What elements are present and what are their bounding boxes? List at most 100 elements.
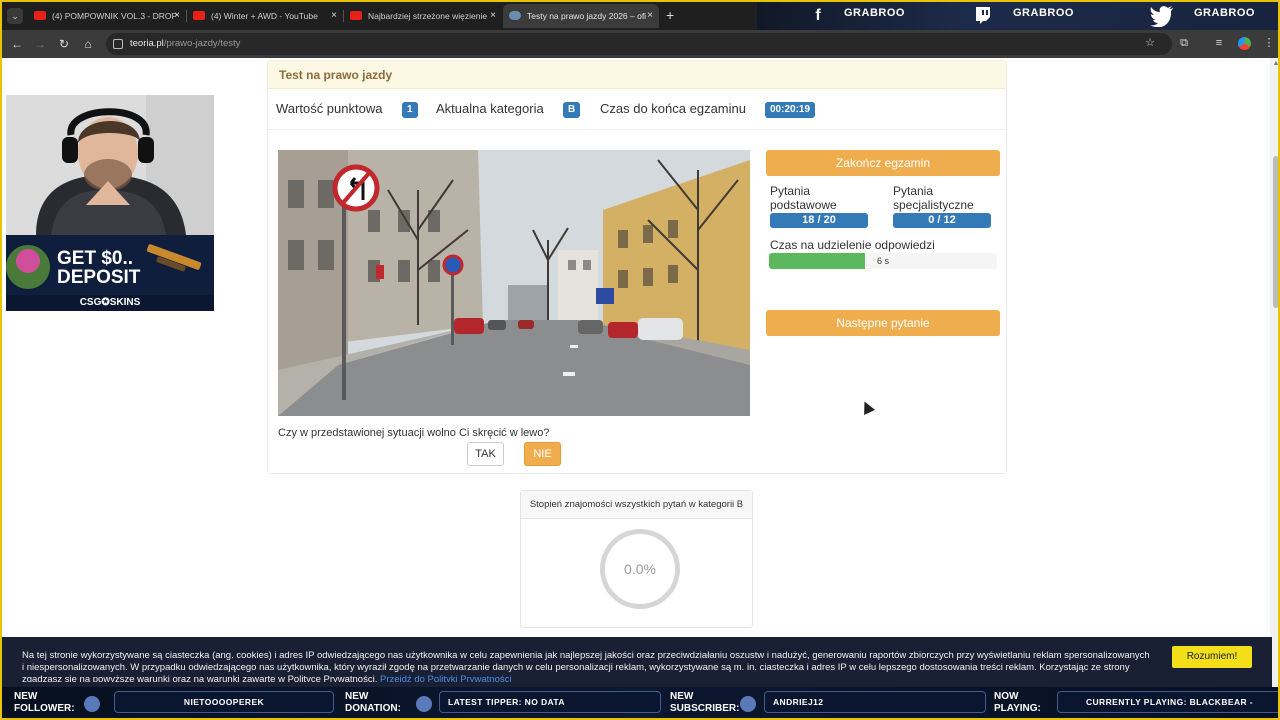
next-question-button[interactable]: Następne pytanie xyxy=(766,310,1000,336)
follower-user-icon xyxy=(84,696,100,712)
url-host: teoria.pl xyxy=(130,38,164,49)
cookie-banner: Na tej stronie wykorzystywane są ciastec… xyxy=(2,637,1272,687)
url-path: /prawo-jazdy/testy xyxy=(163,38,241,49)
subscriber-label-1: NEW xyxy=(670,691,694,702)
browser-menu-icon[interactable]: ⋮ xyxy=(1262,36,1276,50)
donation-label: NEW DONATION: xyxy=(345,691,401,715)
answer-time-value: 6 s xyxy=(877,256,890,266)
tab-close-icon[interactable]: × xyxy=(174,4,180,28)
question-photo xyxy=(278,150,750,416)
tab-wiezienie[interactable]: Najbardziej strzeżone więzienie × xyxy=(344,4,502,28)
facebook-icon: f xyxy=(815,7,821,24)
cookie-text: Na tej stronie wykorzystywane są ciastec… xyxy=(22,650,1152,682)
subscriber-user-icon xyxy=(740,696,756,712)
back-arrow-icon[interactable]: ← xyxy=(9,36,25,52)
category-badge: B xyxy=(563,102,581,118)
exam-panel: Test na prawo jazdy Wartość punktowa 1 A… xyxy=(267,60,1007,474)
subscriber-label-2: SUBSCRIBER: xyxy=(670,703,740,714)
youtube-icon xyxy=(193,11,205,20)
specialist-questions-counter: 0 / 12 xyxy=(893,213,991,228)
bookmark-star-icon[interactable]: ☆ xyxy=(1143,36,1157,50)
page-scrollbar[interactable]: ▲ xyxy=(1270,58,1278,718)
twitch-icon xyxy=(972,5,994,27)
cookie-accept-button[interactable]: Rozumiem! xyxy=(1172,646,1252,668)
answer-no-button[interactable]: NIE xyxy=(524,442,561,466)
twitter-handle: GRABROO xyxy=(1194,7,1255,19)
tab-testy-active[interactable]: Testy na prawo jazdy 2026 – ofi × xyxy=(503,4,659,28)
time-remaining-badge: 00:20:19 xyxy=(765,102,816,118)
time-remaining-label: Czas do końca egzaminu xyxy=(600,101,746,116)
exam-info-row: Wartość punktowa 1 Aktualna kategoria B … xyxy=(268,90,1006,130)
privacy-policy-link[interactable]: Przejdź do Polityki Prywatności xyxy=(380,674,511,682)
stream-alerts-bar: NEW FOLLOWER: NIETOOOOPEREK NEW DONATION… xyxy=(2,687,1278,718)
scrollbar-thumb[interactable] xyxy=(1273,156,1278,308)
site-info-icon[interactable] xyxy=(113,39,123,49)
url-field[interactable]: teoria.pl/prawo-jazdy/testy xyxy=(106,33,1172,55)
answer-yes-button[interactable]: TAK xyxy=(467,442,504,466)
tab-title: Testy na prawo jazdy 2026 – ofi xyxy=(527,11,647,21)
cookie-message: Na tej stronie wykorzystywane są ciastec… xyxy=(22,650,1150,682)
url-text: teoria.pl/prawo-jazdy/testy xyxy=(130,33,240,55)
browser-tab-bar: ⌄ (4) POMPOWNIK VOL.3 - DROP × (4) Winte… xyxy=(2,2,1278,30)
new-tab-button[interactable]: + xyxy=(666,7,674,23)
forward-arrow-icon[interactable]: → xyxy=(32,36,48,52)
category-label: Aktualna kategoria xyxy=(436,101,544,116)
ad-headline: GET $0.. DEPOSIT xyxy=(57,249,140,287)
now-playing-label-1: NOW xyxy=(994,691,1019,702)
knowledge-progress-ring: 0.0% xyxy=(600,529,680,609)
facebook-handle: GRABROO xyxy=(844,7,905,19)
ad-line2: DEPOSIT xyxy=(57,267,141,288)
sponsor-ad: GET $0.. DEPOSIT CSG✪SKINS xyxy=(6,235,214,311)
teoria-favicon-icon xyxy=(509,11,521,20)
screen: ⌄ (4) POMPOWNIK VOL.3 - DROP × (4) Winte… xyxy=(0,0,1280,720)
now-playing-label: NOW PLAYING: xyxy=(994,691,1041,715)
tab-search-chevron-icon[interactable]: ⌄ xyxy=(7,8,23,24)
specialist-label-line1: Pytania xyxy=(893,184,934,198)
points-label: Wartość punktowa xyxy=(276,101,383,116)
follower-label: NEW FOLLOWER: xyxy=(14,691,75,715)
scroll-up-icon[interactable]: ▲ xyxy=(1272,60,1278,67)
tab-close-icon[interactable]: × xyxy=(647,4,653,28)
end-exam-button[interactable]: Zakończ egzamin xyxy=(766,150,1000,176)
now-playing-label-2: PLAYING: xyxy=(994,703,1041,714)
profile-avatar-icon[interactable] xyxy=(1238,37,1251,50)
points-badge: 1 xyxy=(402,102,418,118)
tab-title: (4) POMPOWNIK VOL.3 - DROP xyxy=(52,11,178,21)
knowledge-stats-title: Stopień znajomości wszystkich pytań w ka… xyxy=(521,491,752,519)
latest-donation: LATEST TIPPER: NO DATA xyxy=(439,691,661,713)
tab-winter-awd[interactable]: (4) Winter + AWD - YouTube × xyxy=(187,4,343,28)
exam-title: Test na prawo jazdy xyxy=(279,68,393,82)
reload-icon[interactable]: ↻ xyxy=(56,36,72,52)
specialist-label-line2: specjalistyczne xyxy=(893,198,974,212)
tab-close-icon[interactable]: × xyxy=(331,4,337,28)
knowledge-percent: 0.0% xyxy=(624,561,656,577)
follower-label-2: FOLLOWER: xyxy=(14,703,75,714)
stream-social-overlay: f GRABROO GRABROO GRABROO xyxy=(757,2,1278,30)
answer-time-progress: 6 s xyxy=(769,253,997,269)
twitch-handle: GRABROO xyxy=(1013,7,1074,19)
tab-pompownik[interactable]: (4) POMPOWNIK VOL.3 - DROP × xyxy=(28,4,186,28)
reading-list-icon[interactable]: ≡ xyxy=(1212,36,1226,50)
basic-label-line1: Pytania xyxy=(770,184,811,198)
knowledge-stats-panel: Stopień znajomości wszystkich pytań w ka… xyxy=(520,490,753,628)
extensions-puzzle-icon[interactable]: ⧉ xyxy=(1177,36,1191,50)
youtube-icon xyxy=(34,11,46,20)
ad-brand: CSG✪SKINS xyxy=(6,295,214,311)
tab-title: (4) Winter + AWD - YouTube xyxy=(211,11,318,21)
specialist-questions-label: Pytania specjalistyczne xyxy=(893,184,974,212)
latest-follower: NIETOOOOPEREK xyxy=(114,691,334,713)
browser-address-bar: ← → ↻ ⌂ teoria.pl/prawo-jazdy/testy ☆ ⧉ … xyxy=(2,30,1278,58)
answer-time-progress-fill xyxy=(769,253,865,269)
basic-questions-counter: 18 / 20 xyxy=(770,213,868,228)
streamer-webcam xyxy=(6,95,214,235)
home-icon[interactable]: ⌂ xyxy=(80,36,96,52)
ad-line1: GET $0.. xyxy=(57,248,134,269)
follower-label-1: NEW xyxy=(14,691,38,702)
twitter-icon xyxy=(1150,5,1173,28)
tab-title: Najbardziej strzeżone więzienie xyxy=(368,11,488,21)
question-text: Czy w przedstawionej sytuacji wolno Ci s… xyxy=(278,427,550,439)
exam-panel-header: Test na prawo jazdy xyxy=(268,61,1006,89)
youtube-icon xyxy=(350,11,362,20)
latest-subscriber: ANDRIEJ12 xyxy=(764,691,986,713)
tab-close-icon[interactable]: × xyxy=(490,4,496,28)
